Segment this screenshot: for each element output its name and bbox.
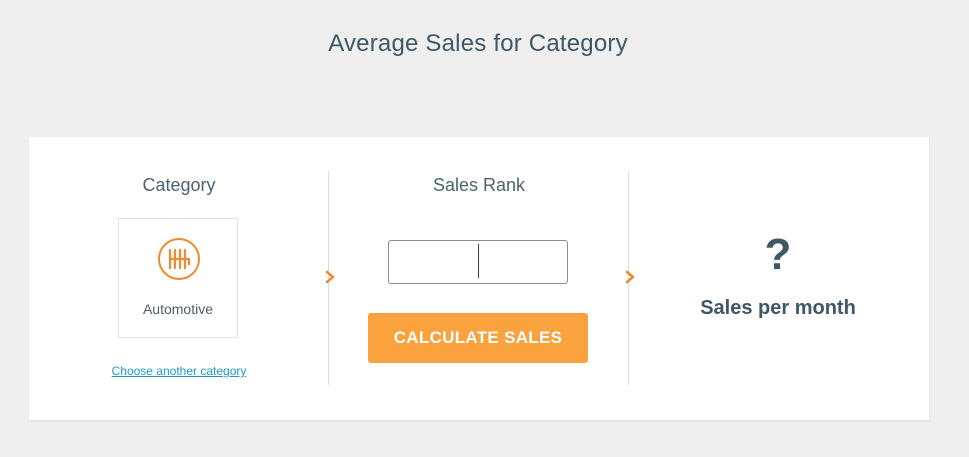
category-tile[interactable]: Automotive xyxy=(118,218,238,338)
choose-category-link[interactable]: Choose another category xyxy=(89,364,269,378)
sales-rank-heading: Sales Rank xyxy=(432,175,526,195)
chevron-right-icon xyxy=(325,270,335,284)
result-value: ? xyxy=(764,230,792,279)
sales-per-month-label: Sales per month xyxy=(700,297,856,319)
chevron-right-icon xyxy=(625,270,635,284)
calculator-card: Category Automotive Choose another categ… xyxy=(29,137,929,420)
calculate-sales-button[interactable]: CALCULATE SALES xyxy=(368,313,588,363)
text-cursor xyxy=(478,244,479,278)
page-title: Average Sales for Category xyxy=(328,30,628,57)
category-heading: Category xyxy=(142,175,216,195)
category-name: Automotive xyxy=(142,301,214,317)
gear-shift-icon xyxy=(158,238,200,280)
